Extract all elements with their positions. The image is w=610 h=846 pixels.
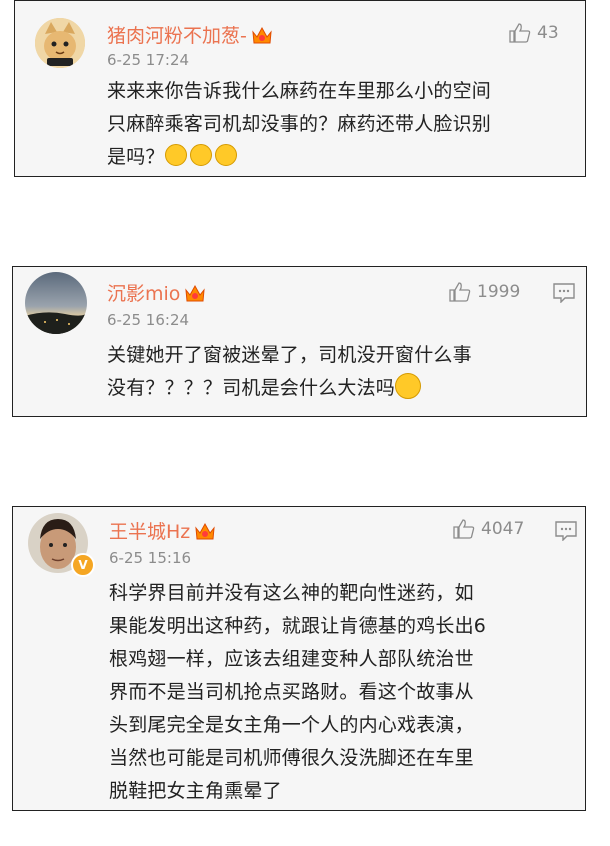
avatar[interactable] — [25, 272, 87, 334]
username-text[interactable]: 王半城Hz — [109, 517, 190, 544]
comment-time: 6-25 16:24 — [107, 311, 190, 329]
dizzy-emoji-icon — [164, 144, 187, 166]
dizzy-emoji-icon — [214, 144, 237, 166]
comment-line: 根鸡翅一样，应该去组建变种人部队统治世 — [109, 648, 474, 670]
like-button[interactable]: 43 — [509, 23, 559, 43]
crown-icon — [184, 283, 206, 303]
comment-time: 6-25 17:24 — [107, 51, 190, 69]
comment-text: 科学界目前并没有这么神的靶向性迷药，如 果能发明出这种药，就跟让肯德基的鸡长出6… — [109, 577, 486, 808]
comment-time: 6-25 15:16 — [109, 549, 192, 567]
comment-line-text: 没有？？？？司机是会什么大法吗 — [107, 377, 396, 399]
comment-line: 只麻醉乘客司机却没事的？麻药还带人脸识别 — [107, 113, 492, 135]
comment-line: 头到尾完全是女主角一个人的内心戏表演， — [109, 714, 474, 736]
thumbs-up-icon — [449, 282, 471, 302]
thumbs-up-icon — [453, 519, 475, 539]
username[interactable]: 王半城Hz — [109, 517, 216, 544]
reply-button[interactable] — [555, 521, 577, 545]
reply-icon — [553, 283, 575, 304]
reply-icon — [555, 521, 577, 542]
crown-icon — [194, 521, 216, 541]
comment-line: 界而不是当司机抢点买路财。看这个故事从 — [109, 681, 474, 703]
comment-text: 关键她开了窗被迷晕了，司机没开窗什么事 没有？？？？司机是会什么大法吗 — [107, 339, 472, 405]
username-text[interactable]: 沉影mio — [107, 279, 180, 306]
username[interactable]: 猪肉河粉不加葱- — [107, 21, 273, 48]
like-button[interactable]: 1999 — [449, 282, 520, 302]
facepalm-emoji-icon — [395, 373, 422, 399]
dizzy-emoji-icon — [189, 144, 212, 166]
verified-badge: V — [71, 553, 95, 577]
crown-icon — [251, 25, 273, 45]
comment-line: 科学界目前并没有这么神的靶向性迷药，如 — [109, 582, 474, 604]
username[interactable]: 沉影mio — [107, 279, 206, 306]
comment-card-2: 沉影mio 6-25 16:24 1999 关键她开了窗被迷晕了，司机没开窗什么… — [12, 266, 587, 417]
comment-line-text: 是吗？ — [107, 146, 165, 168]
comment-line-last: 是吗？ — [107, 141, 491, 174]
comment-card-1: 猪肉河粉不加葱- 6-25 17:24 43 来来来你告诉我什么麻药在车里那么小… — [14, 0, 586, 177]
comment-text: 来来来你告诉我什么麻药在车里那么小的空间 只麻醉乘客司机却没事的？麻药还带人脸识… — [107, 75, 491, 174]
comment-line: 关键她开了窗被迷晕了，司机没开窗什么事 — [107, 344, 472, 366]
verified-badge-text: V — [78, 558, 88, 572]
comment-line: 脱鞋把女主角熏晕了 — [109, 780, 282, 802]
thumbs-up-icon — [509, 23, 531, 43]
like-count: 4047 — [481, 519, 525, 539]
comment-line: 果能发明出这种药，就跟让肯德基的鸡长出6 — [109, 615, 487, 637]
like-button[interactable]: 4047 — [453, 519, 524, 539]
like-count: 43 — [537, 23, 559, 43]
comment-card-3: V 王半城Hz 6-25 15:16 4047 科学界目前并没有这么神的靶向性迷… — [12, 506, 586, 811]
reply-button[interactable] — [553, 283, 575, 307]
username-text[interactable]: 猪肉河粉不加葱- — [107, 21, 247, 48]
comment-line: 来来来你告诉我什么麻药在车里那么小的空间 — [107, 80, 492, 102]
comment-line: 当然也可能是司机师傅很久没洗脚还在车里 — [109, 747, 474, 769]
avatar[interactable] — [35, 18, 85, 68]
like-count: 1999 — [477, 282, 521, 302]
comment-line-last: 没有？？？？司机是会什么大法吗 — [107, 372, 472, 405]
